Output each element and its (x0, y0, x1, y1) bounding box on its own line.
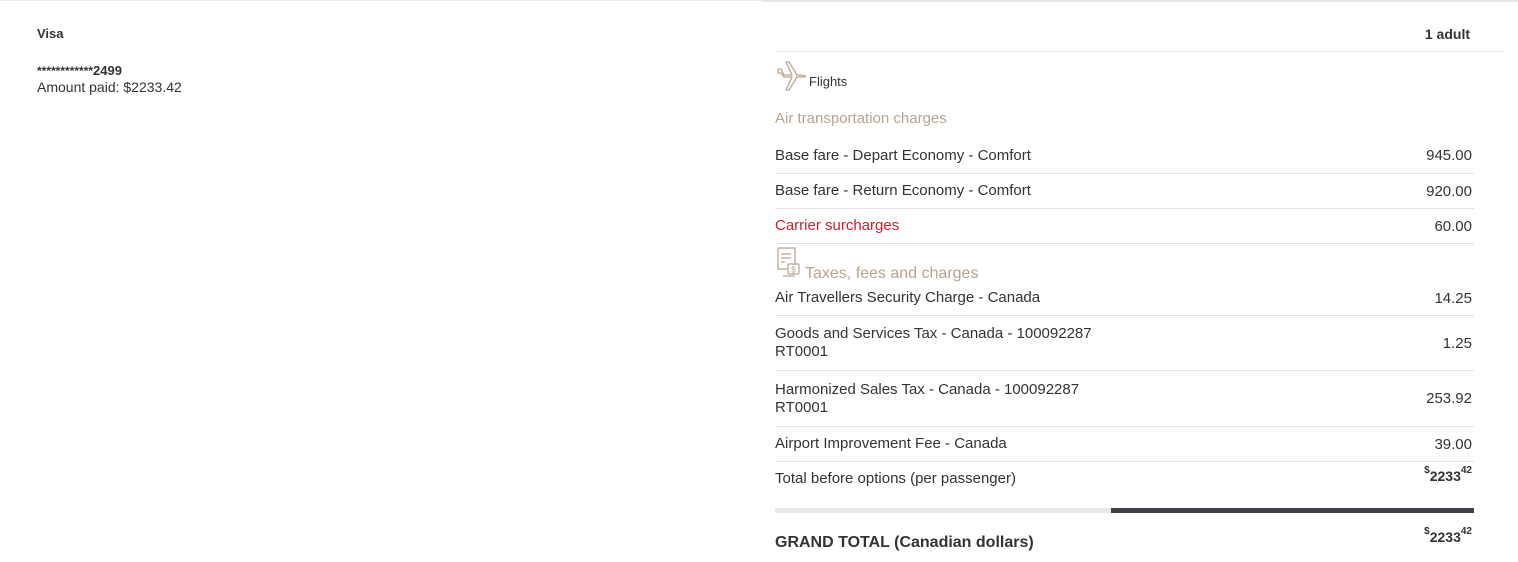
total-before-value: $223342 (1424, 465, 1472, 485)
tax-row-gst: Goods and Services Tax - Canada - 100092… (775, 316, 1474, 371)
total-before-label: Total before options (per passenger) (775, 470, 1016, 487)
price-cents: 42 (1460, 465, 1472, 476)
total-before-options-row: Total before options (per passenger) $22… (775, 462, 1474, 496)
carrier-surcharges-row[interactable]: Carrier surcharges 60.00 (775, 209, 1474, 244)
fare-value: 945.00 (1426, 147, 1472, 164)
tax-row-aif: Airport Improvement Fee - Canada 39.00 (775, 427, 1474, 462)
grand-total-row: GRAND TOTAL (Canadian dollars) $223342 (775, 526, 1474, 553)
fare-value: 920.00 (1426, 182, 1472, 200)
flights-label: Flights (809, 74, 848, 89)
currency-symbol: $ (1424, 526, 1430, 537)
price-cents: 42 (1460, 526, 1472, 537)
top-divider-right (763, 0, 1518, 2)
tax-value: 39.00 (1434, 435, 1472, 453)
tax-label: Airport Improvement Fee - Canada (775, 435, 1007, 452)
fare-label: Base fare - Depart Economy - Comfort (775, 146, 1031, 164)
taxes-header: $ Taxes, fees and charges (775, 245, 978, 284)
tax-value: 14.25 (1434, 289, 1472, 307)
flights-header: Flights (775, 53, 847, 93)
price-dollars: 2233 (1429, 468, 1461, 484)
receipt-icon: $ (775, 245, 805, 284)
airplane-icon (775, 59, 809, 93)
svg-text:$: $ (791, 266, 796, 275)
amount-paid: Amount paid: $2233.42 (37, 79, 182, 95)
progress-bar (775, 508, 1474, 513)
tax-label: Goods and Services Tax - Canada - 100092… (775, 325, 1092, 360)
booking-summary-page: Visa ************2499 Amount paid: $2233… (0, 0, 1518, 562)
tax-row-hst: Harmonized Sales Tax - Canada - 10009228… (775, 371, 1474, 427)
fare-label: Base fare - Return Economy - Comfort (775, 182, 1031, 199)
progress-bar-fill (1110, 508, 1474, 513)
price-dollars: 2233 (1429, 529, 1461, 545)
carrier-surcharges-link[interactable]: Carrier surcharges (775, 217, 899, 235)
payment-method: Visa (37, 26, 64, 41)
passenger-count: 1 adult (1424, 26, 1470, 42)
air-charges-title: Air transportation charges (775, 110, 947, 127)
tax-value: 1.25 (1442, 334, 1472, 352)
card-mask: ************ (37, 64, 94, 78)
passenger-header: 1 adult (775, 26, 1504, 52)
fare-value: 60.00 (1434, 217, 1472, 235)
card-number: ************2499 (37, 63, 437, 79)
fare-row-depart: Base fare - Depart Economy - Comfort 945… (775, 138, 1474, 174)
tax-label: Air Travellers Security Charge - Canada (775, 289, 1041, 306)
card-last4: 2499 (93, 63, 122, 78)
payment-info: Visa ************2499 Amount paid: $2233… (37, 26, 437, 95)
tax-row-atsc: Air Travellers Security Charge - Canada … (775, 281, 1474, 316)
currency-symbol: $ (1424, 465, 1430, 476)
grand-total-value: $223342 (1424, 526, 1472, 547)
tax-label: Harmonized Sales Tax - Canada - 10009228… (775, 380, 1080, 416)
fare-row-return: Base fare - Return Economy - Comfort 920… (775, 174, 1474, 209)
tax-value: 253.92 (1426, 390, 1472, 407)
grand-total-label: GRAND TOTAL (Canadian dollars) (775, 534, 1034, 551)
